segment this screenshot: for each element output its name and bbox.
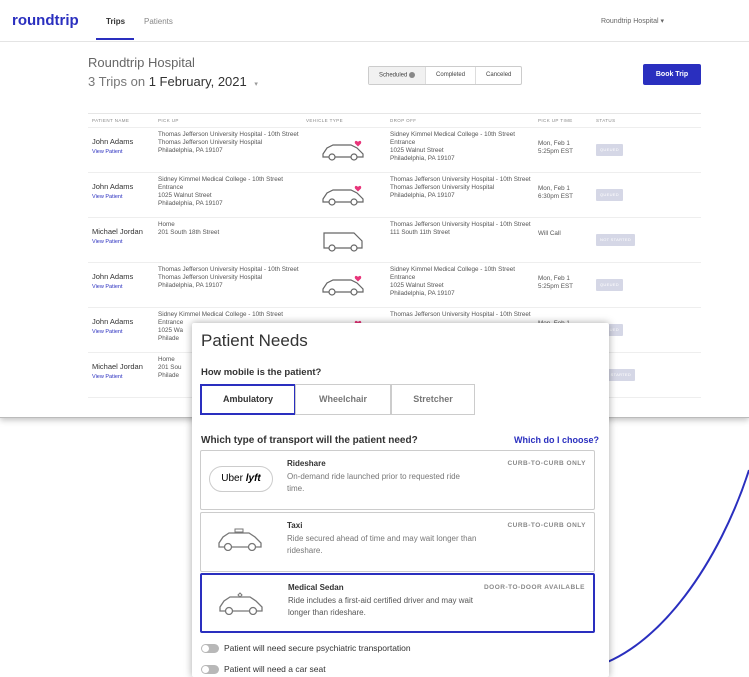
mobility-stretcher[interactable]: Stretcher — [391, 384, 475, 415]
option-description: Ride secured ahead of time and may wait … — [287, 534, 477, 555]
modal-title: Patient Needs — [201, 331, 308, 350]
option-taxi[interactable]: Taxi Ride secured ahead of time and may … — [200, 512, 595, 572]
option-rideshare[interactable]: Uber lyft Rideshare On-demand ride launc… — [200, 450, 595, 510]
car-seat-toggle[interactable] — [201, 665, 219, 674]
mobility-question: How mobile is the patient? — [201, 367, 322, 378]
psychiatric-toggle-label: Patient will need secure psychiatric tra… — [224, 643, 411, 653]
mobility-wheelchair[interactable]: Wheelchair — [295, 384, 391, 415]
option-description: On-demand ride launched prior to request… — [287, 472, 460, 493]
car-seat-toggle-label: Patient will need a car seat — [224, 664, 326, 674]
option-medical-sedan[interactable]: Medical Sedan Ride includes a first-aid … — [200, 573, 595, 633]
taxi-icon — [218, 528, 262, 551]
option-tag: CURB-TO-CURB ONLY — [507, 460, 586, 467]
option-tag: DOOR-TO-DOOR AVAILABLE — [483, 584, 585, 591]
transport-question: Which type of transport will the patient… — [201, 435, 418, 446]
which-do-i-choose-link[interactable]: Which do I choose? — [514, 435, 599, 445]
option-tag: CURB-TO-CURB ONLY — [507, 522, 586, 529]
medical-sedan-icon — [219, 592, 263, 615]
option-description: Ride includes a first-aid certified driv… — [288, 596, 473, 617]
option-title: Taxi — [287, 521, 303, 530]
option-title: Rideshare — [287, 459, 326, 468]
patient-needs-modal: Patient Needs How mobile is the patient?… — [192, 323, 609, 677]
mobility-ambulatory[interactable]: Ambulatory — [200, 384, 296, 415]
screenshot-root: roundtrip Trips Patients Roundtrip Hospi… — [0, 0, 749, 677]
psychiatric-toggle[interactable] — [201, 644, 219, 653]
uber-lyft-logo: Uber lyft — [209, 466, 273, 492]
option-title: Medical Sedan — [288, 583, 344, 592]
